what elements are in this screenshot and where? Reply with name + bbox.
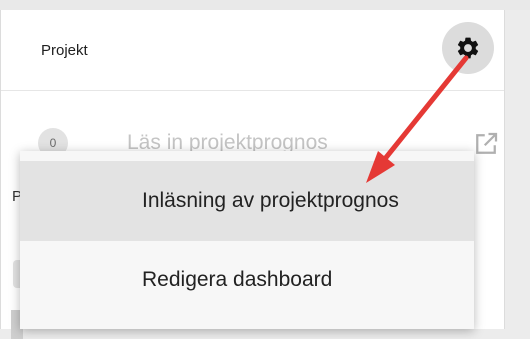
- card-header: Projekt: [1, 10, 504, 91]
- menu-item-edit-dashboard[interactable]: Redigera dashboard: [20, 241, 474, 319]
- open-in-new-icon[interactable]: [471, 129, 501, 159]
- gear-icon: [457, 37, 479, 59]
- top-strip: [0, 0, 530, 10]
- settings-menu: Inläsning av projektprognos Redigera das…: [20, 151, 474, 329]
- settings-button[interactable]: [442, 22, 494, 74]
- card-title: Projekt: [41, 42, 88, 59]
- menu-item-load-forecast[interactable]: Inläsning av projektprognos: [20, 161, 474, 241]
